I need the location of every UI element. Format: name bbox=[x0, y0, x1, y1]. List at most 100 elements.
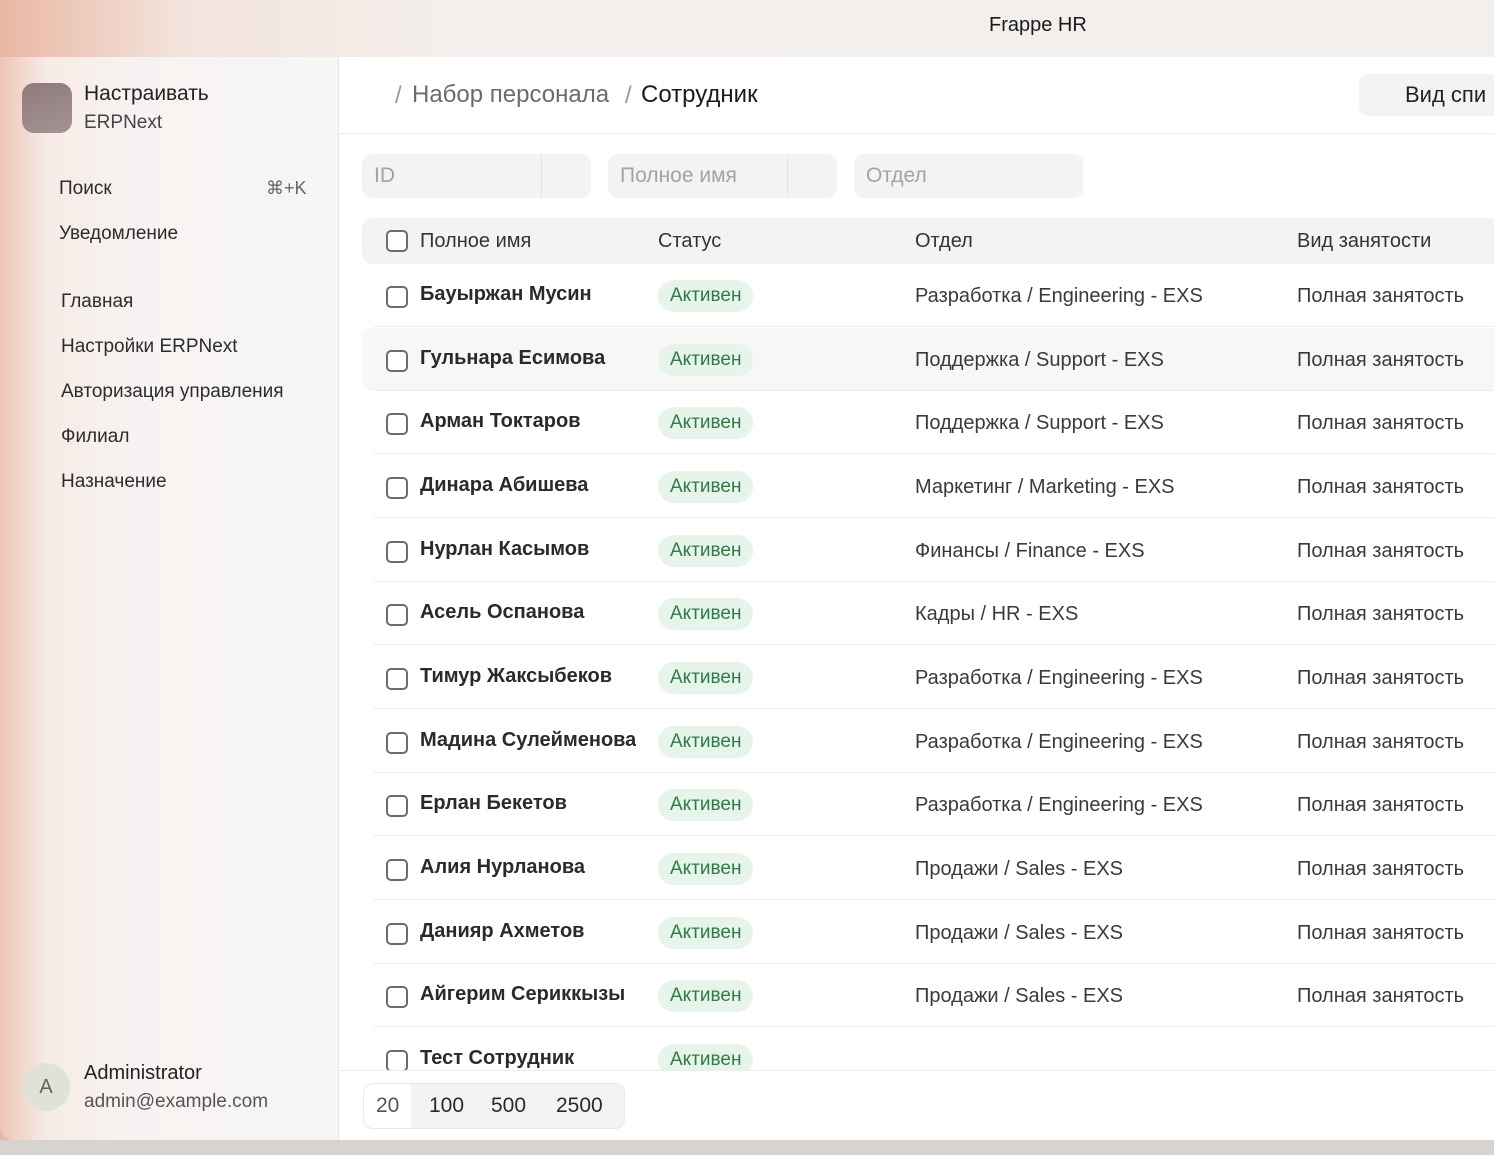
row-checkbox[interactable] bbox=[386, 668, 408, 690]
status-badge: Активен bbox=[658, 853, 754, 885]
table-row[interactable]: Арман Токтаров Активен Поддержка / Suppo… bbox=[362, 391, 1494, 454]
page-size-100[interactable]: 100 bbox=[429, 1094, 464, 1118]
employee-name[interactable]: Ерлан Бекетов bbox=[420, 792, 636, 815]
employee-employment-type: Полная занятость bbox=[1297, 985, 1465, 1007]
sidebar: Настраивать ERPNext Поиск ⌘+K Уведомлени… bbox=[0, 57, 339, 1140]
table-row[interactable]: Ерлан Бекетов Активен Разработка / Engin… bbox=[362, 773, 1494, 836]
row-divider bbox=[374, 899, 1494, 900]
app-window: Настраивать ERPNext Поиск ⌘+K Уведомлени… bbox=[0, 57, 1494, 1140]
employee-name[interactable]: Бауыржан Мусин bbox=[420, 283, 636, 306]
app-subtitle: ERPNext bbox=[84, 112, 163, 133]
employee-name[interactable]: Арман Токтаров bbox=[420, 410, 636, 433]
breadcrumb-separator: / bbox=[395, 82, 402, 109]
employee-department: Разработка / Engineering - EXS bbox=[915, 667, 1203, 689]
list-view-button[interactable]: Вид спи bbox=[1359, 74, 1494, 116]
row-checkbox[interactable] bbox=[386, 732, 408, 754]
row-checkbox[interactable] bbox=[386, 986, 408, 1008]
employee-name[interactable]: Динара Абишева bbox=[420, 474, 636, 497]
row-checkbox[interactable] bbox=[386, 350, 408, 372]
table-header: Полное имя Статус Отдел Вид занятости bbox=[362, 218, 1494, 264]
employee-name[interactable]: Нурлан Касымов bbox=[420, 538, 636, 561]
status-badge: Активен bbox=[658, 407, 754, 439]
page-size-20[interactable]: 20 bbox=[364, 1084, 412, 1128]
employee-name[interactable]: Данияр Ахметов bbox=[420, 920, 636, 943]
table-row[interactable]: Динара Абишева Активен Маркетинг / Marke… bbox=[362, 455, 1494, 518]
employee-department: Финансы / Finance - EXS bbox=[915, 540, 1145, 562]
row-checkbox[interactable] bbox=[386, 604, 408, 626]
employee-department: Разработка / Engineering - EXS bbox=[915, 794, 1203, 816]
column-employment-type[interactable]: Вид занятости bbox=[1297, 230, 1431, 253]
column-full-name[interactable]: Полное имя bbox=[420, 230, 531, 253]
list-footer: 20 100 500 2500 bbox=[339, 1070, 1494, 1140]
department-filter[interactable]: Отдел bbox=[854, 154, 1083, 198]
status-badge: Активен bbox=[658, 598, 754, 630]
employee-name[interactable]: Тест Сотрудник bbox=[420, 1047, 636, 1070]
table-row[interactable]: Данияр Ахметов Активен Продажи / Sales -… bbox=[362, 901, 1494, 964]
table-row[interactable]: Мадина Сулейменова Активен Разработка / … bbox=[362, 710, 1494, 773]
status-badge: Активен bbox=[658, 344, 754, 376]
employee-department: Кадры / HR - EXS bbox=[915, 603, 1079, 625]
employee-department: Продажи / Sales - EXS bbox=[915, 922, 1124, 944]
table-row[interactable]: Айгерим Сериккызы Активен Продажи / Sale… bbox=[362, 964, 1494, 1027]
table-row[interactable]: Асель Оспанова Активен Кадры / HR - EXS … bbox=[362, 582, 1494, 645]
row-divider bbox=[374, 517, 1494, 518]
table-row[interactable]: Тимур Жаксыбеков Активен Разработка / En… bbox=[362, 646, 1494, 709]
employee-name[interactable]: Тимур Жаксыбеков bbox=[420, 665, 636, 688]
app-name[interactable]: Настраивать bbox=[84, 82, 209, 106]
row-checkbox[interactable] bbox=[386, 477, 408, 499]
status-badge: Активен bbox=[658, 917, 754, 949]
breadcrumb-recruitment[interactable]: Набор персонала bbox=[412, 81, 609, 109]
table-row[interactable]: Алия Нурланова Активен Продажи / Sales -… bbox=[362, 837, 1494, 900]
sidebar-notifications[interactable]: Уведомление bbox=[59, 223, 178, 245]
employee-employment-type: Полная занятость bbox=[1297, 794, 1465, 816]
table-row[interactable]: Нурлан Касымов Активен Финансы / Finance… bbox=[362, 519, 1494, 582]
sidebar-item-branch[interactable]: Филиал bbox=[61, 426, 129, 448]
row-checkbox[interactable] bbox=[386, 859, 408, 881]
user-name[interactable]: Administrator bbox=[84, 1062, 202, 1085]
id-filter[interactable]: ID bbox=[362, 154, 591, 198]
table-row[interactable]: Бауыржан Мусин Активен Разработка / Engi… bbox=[362, 264, 1494, 327]
employee-name[interactable]: Айгерим Сериккызы bbox=[420, 983, 636, 1006]
row-checkbox[interactable] bbox=[386, 923, 408, 945]
sidebar-item-designation[interactable]: Назначение bbox=[61, 471, 167, 493]
employee-department: Разработка / Engineering - EXS bbox=[915, 285, 1203, 307]
status-badge: Активен bbox=[658, 471, 754, 503]
page-size-selector: 20 100 500 2500 bbox=[363, 1083, 625, 1129]
employee-department: Маркетинг / Marketing - EXS bbox=[915, 476, 1175, 498]
breadcrumb-employee[interactable]: Сотрудник bbox=[641, 81, 758, 109]
employee-employment-type: Полная занятость bbox=[1297, 858, 1465, 880]
row-divider bbox=[374, 708, 1494, 709]
employee-name[interactable]: Асель Оспанова bbox=[420, 601, 636, 624]
select-all-checkbox[interactable] bbox=[386, 230, 408, 252]
table-row[interactable]: Гульнара Есимова Активен Поддержка / Sup… bbox=[362, 328, 1494, 391]
avatar[interactable]: A bbox=[22, 1063, 70, 1111]
employee-department: Продажи / Sales - EXS bbox=[915, 858, 1124, 880]
user-email: admin@example.com bbox=[84, 1091, 269, 1112]
employee-employment-type: Полная занятость bbox=[1297, 349, 1465, 371]
page-size-500[interactable]: 500 bbox=[491, 1094, 526, 1118]
row-checkbox[interactable] bbox=[386, 413, 408, 435]
page-size-2500[interactable]: 2500 bbox=[556, 1094, 603, 1118]
sidebar-item-erpnext-settings[interactable]: Настройки ERPNext bbox=[61, 336, 238, 358]
column-status[interactable]: Статус bbox=[658, 230, 721, 253]
employee-name[interactable]: Гульнара Есимова bbox=[420, 347, 636, 370]
breadcrumb-separator: / bbox=[625, 82, 632, 109]
employee-name[interactable]: Алия Нурланова bbox=[420, 856, 636, 879]
status-badge: Активен bbox=[658, 726, 754, 758]
sidebar-item-authorization-control[interactable]: Авторизация управления bbox=[61, 381, 284, 403]
row-checkbox[interactable] bbox=[386, 541, 408, 563]
row-divider bbox=[374, 326, 1494, 327]
employee-department: Поддержка / Support - EXS bbox=[915, 412, 1164, 434]
employee-employment-type: Полная занятость bbox=[1297, 412, 1465, 434]
filter-divider bbox=[541, 154, 542, 198]
employee-name[interactable]: Мадина Сулейменова bbox=[420, 729, 636, 752]
department-filter-placeholder: Отдел bbox=[866, 164, 927, 187]
full-name-filter[interactable]: Полное имя bbox=[608, 154, 837, 198]
column-department[interactable]: Отдел bbox=[915, 230, 973, 253]
row-checkbox[interactable] bbox=[386, 286, 408, 308]
sidebar-search[interactable]: Поиск bbox=[59, 178, 112, 200]
row-checkbox[interactable] bbox=[386, 1050, 408, 1072]
sidebar-item-home[interactable]: Главная bbox=[61, 291, 133, 313]
app-logo[interactable] bbox=[22, 83, 72, 133]
row-checkbox[interactable] bbox=[386, 795, 408, 817]
